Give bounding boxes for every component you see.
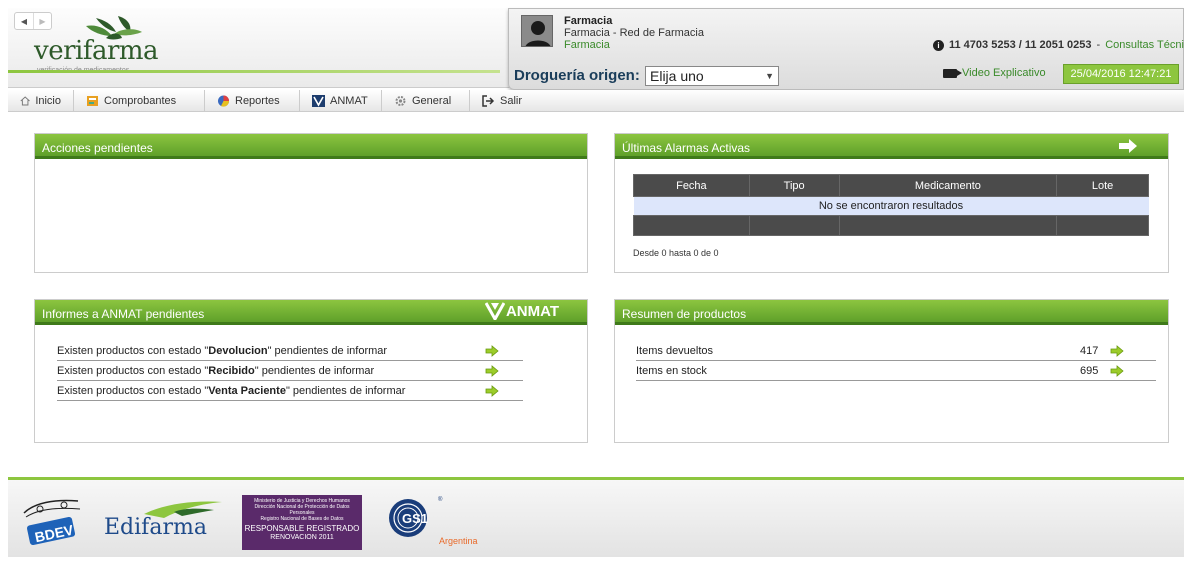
- page: ◀ ▶ verifarma verificación de medicament…: [0, 0, 1184, 573]
- go-arrow-icon[interactable]: [485, 384, 499, 397]
- menu-label: Inicio: [35, 95, 61, 107]
- menu-label: Reportes: [235, 95, 280, 107]
- user-silhouette-icon: [522, 16, 552, 46]
- menu-item-general[interactable]: General: [382, 90, 470, 112]
- menu-item-reportes[interactable]: Reportes: [205, 90, 300, 112]
- svg-text:®: ®: [438, 496, 443, 503]
- alarmas-header: Últimas Alarmas Activas: [615, 134, 1168, 159]
- drogueria-select[interactable]: Elija uno ▼: [645, 66, 779, 86]
- list-item: Items devueltos 417: [636, 341, 1156, 361]
- video-label: Video Explicativo: [962, 67, 1046, 79]
- table-footer-cell: [838, 215, 1058, 236]
- resumen-value: 695: [1080, 364, 1099, 377]
- empty-message: No se encontraron resultados: [633, 196, 1149, 216]
- contact-line: i 11 4703 5253 / 11 2051 0253 - Consulta…: [933, 39, 1184, 51]
- informe-text: Existen productos con estado "Devolucion…: [57, 344, 388, 357]
- acciones-panel: Acciones pendientes: [34, 133, 588, 273]
- informes-header: Informes a ANMAT pendientes ANMAT: [35, 300, 587, 325]
- informe-text: Existen productos con estado "Recibido" …: [57, 364, 375, 377]
- alarmas-table: Fecha Tipo Medicamento Lote No se encont…: [633, 174, 1149, 236]
- user-name: Farmacia: [564, 15, 613, 27]
- list-item: Existen productos con estado "Recibido" …: [57, 361, 523, 381]
- menu-item-anmat[interactable]: ANMAT: [300, 90, 382, 112]
- user-role: Farmacia: [564, 39, 610, 51]
- header-accent-line: [8, 70, 500, 73]
- registro-badge[interactable]: Ministerio de Justicia y Derechos Humano…: [242, 495, 362, 550]
- menu-label: Salir: [499, 95, 522, 107]
- footer: BDEV Edifarma Ministerio de Justicia y D…: [8, 477, 1184, 557]
- arrow-right-icon[interactable]: [1118, 138, 1138, 154]
- list-item: Existen productos con estado "Venta Paci…: [57, 381, 523, 401]
- resumen-title: Resumen de productos: [615, 300, 1168, 325]
- phone-numbers: 11 4703 5253 / 11 2051 0253: [949, 39, 1092, 51]
- registro-line: Dirección Nacional de Protección de Dato…: [254, 504, 350, 516]
- table-footer-cell: [1056, 215, 1149, 236]
- info-icon: i: [933, 39, 944, 51]
- home-icon: [20, 96, 30, 106]
- video-camera-icon: [943, 68, 962, 78]
- anmat-logo-text: ANMAT: [505, 302, 559, 320]
- menu-label: General: [412, 95, 452, 107]
- menu-item-inicio[interactable]: Inicio: [8, 90, 74, 112]
- video-explicativo-link[interactable]: Video Explicativo: [943, 67, 1046, 79]
- gs1-sub: Argentina: [439, 536, 478, 546]
- logo-text[interactable]: verifarma: [34, 36, 159, 66]
- registro-line: Registro Nacional de Bases de Datos: [260, 516, 344, 522]
- menu-item-comprobantes[interactable]: Comprobantes: [74, 90, 205, 112]
- col-lote[interactable]: Lote: [1056, 174, 1149, 197]
- gs1-logo[interactable]: GS1 ® Argentina: [388, 494, 478, 546]
- registro-line: RESPONSABLE REGISTRADO: [244, 524, 360, 533]
- resumen-panel: Resumen de productos Items devueltos 417…: [614, 299, 1169, 443]
- acciones-title: Acciones pendientes: [35, 134, 587, 159]
- receipt-icon: [87, 96, 98, 106]
- go-arrow-icon[interactable]: [485, 344, 499, 357]
- registro-line: RENOVACION 2011: [270, 534, 334, 541]
- menu-label: Comprobantes: [104, 95, 177, 107]
- avatar: [521, 15, 553, 47]
- menu-label: ANMAT: [330, 95, 368, 107]
- resumen-label: Items devueltos: [636, 344, 714, 357]
- go-arrow-icon[interactable]: [1110, 344, 1124, 357]
- col-tipo[interactable]: Tipo: [748, 174, 840, 197]
- user-network: Farmacia - Red de Farmacia: [564, 27, 704, 39]
- informes-title: Informes a ANMAT pendientes: [42, 307, 205, 321]
- col-fecha[interactable]: Fecha: [633, 174, 750, 197]
- edifarma-logo[interactable]: Edifarma: [104, 500, 224, 540]
- go-arrow-icon[interactable]: [1110, 364, 1124, 377]
- resumen-label: Items en stock: [636, 364, 707, 377]
- user-panel: Farmacia Farmacia - Red de Farmacia Farm…: [508, 8, 1184, 90]
- gs1-text: GS1: [402, 511, 428, 526]
- gear-icon: [395, 96, 406, 106]
- main-menu: Inicio Comprobantes Reportes ANMAT Gener…: [8, 90, 1184, 112]
- pagination-info: Desde 0 hasta 0 de 0: [633, 248, 719, 258]
- anmat-icon: [312, 95, 325, 107]
- pie-chart-icon: [218, 95, 230, 107]
- menu-item-salir[interactable]: Salir: [470, 90, 534, 112]
- table-footer-cell: [633, 215, 750, 236]
- drogueria-label: Droguería origen:: [514, 67, 640, 84]
- col-medicamento[interactable]: Medicamento: [838, 174, 1058, 197]
- bdev-logo[interactable]: BDEV: [20, 497, 86, 547]
- edifarma-text: Edifarma: [104, 515, 207, 540]
- go-arrow-icon[interactable]: [485, 364, 499, 377]
- informe-text: Existen productos con estado "Venta Paci…: [57, 384, 406, 397]
- informes-list: Existen productos con estado "Devolucion…: [57, 341, 523, 401]
- exit-icon: [482, 95, 495, 107]
- drogueria-select-value: Elija uno: [650, 68, 704, 84]
- table-footer-cell: [748, 215, 840, 236]
- datetime-badge: 25/04/2016 12:47:21: [1063, 64, 1179, 84]
- anmat-logo: ANMAT: [484, 302, 559, 320]
- list-item: Items en stock 695: [636, 361, 1156, 381]
- alarmas-panel: Últimas Alarmas Activas Fecha Tipo Medic…: [614, 133, 1169, 273]
- resumen-list: Items devueltos 417 Items en stock 695: [636, 341, 1156, 381]
- alarmas-title: Últimas Alarmas Activas: [622, 141, 751, 155]
- anmat-logo-icon: [484, 302, 505, 320]
- list-item: Existen productos con estado "Devolucion…: [57, 341, 523, 361]
- separator: -: [1096, 39, 1101, 51]
- chevron-down-icon: ▼: [765, 71, 774, 81]
- resumen-value: 417: [1080, 344, 1099, 357]
- informes-panel: Informes a ANMAT pendientes ANMAT Existe…: [34, 299, 588, 443]
- consultas-tecnicas-link[interactable]: Consultas Técnicas: [1105, 39, 1184, 51]
